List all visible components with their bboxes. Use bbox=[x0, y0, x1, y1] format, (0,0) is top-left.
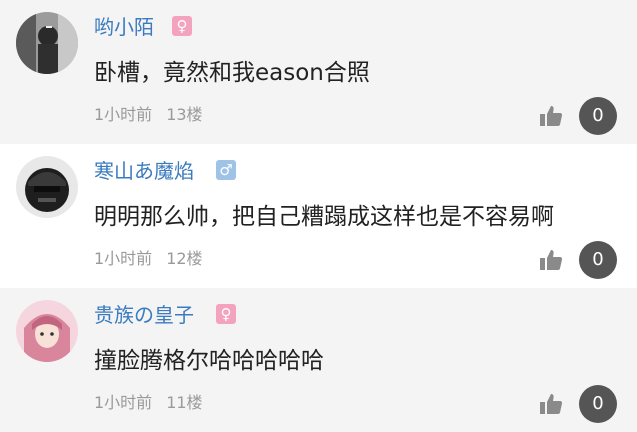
male-gender-icon: ♂ bbox=[216, 160, 236, 180]
username[interactable]: 哟小陌 bbox=[94, 13, 154, 41]
like-count-badge[interactable]: 0 bbox=[579, 97, 617, 135]
avatar[interactable] bbox=[16, 300, 78, 362]
comment-text: 明明那么帅，把自己糟蹋成这样也是不容易啊 bbox=[94, 204, 554, 230]
comment-text: 撞脸腾格尔哈哈哈哈哈 bbox=[94, 348, 324, 374]
avatar-photo-icon bbox=[16, 156, 78, 218]
comment-time: 1小时前 bbox=[94, 249, 153, 268]
username[interactable]: 寒山あ魔焰 bbox=[94, 157, 194, 185]
like-count-badge[interactable]: 0 bbox=[579, 241, 617, 279]
thumbs-up-icon[interactable] bbox=[539, 392, 563, 416]
like-count-badge[interactable]: 0 bbox=[579, 385, 617, 423]
comment-meta: 1小时前 12楼 bbox=[94, 248, 203, 270]
floor-number: 13楼 bbox=[166, 105, 203, 124]
avatar-photo-icon bbox=[16, 300, 78, 362]
comment-time: 1小时前 bbox=[94, 393, 153, 412]
floor-number: 12楼 bbox=[166, 249, 203, 268]
avatar-photo-icon bbox=[16, 12, 78, 74]
comment-meta: 1小时前 11楼 bbox=[94, 392, 203, 414]
avatar[interactable] bbox=[16, 12, 78, 74]
floor-number: 11楼 bbox=[166, 393, 203, 412]
comment-item: 哟小陌 ♀ 卧槽，竟然和我eason合照 1小时前 13楼 0 bbox=[0, 0, 637, 144]
female-gender-icon: ♀ bbox=[172, 16, 192, 36]
comment-text: 卧槽，竟然和我eason合照 bbox=[94, 60, 370, 86]
female-gender-icon: ♀ bbox=[216, 304, 236, 324]
username[interactable]: 贵族の皇子 bbox=[94, 301, 194, 329]
comment-list: 哟小陌 ♀ 卧槽，竟然和我eason合照 1小时前 13楼 0 寒山あ魔焰 ♂ bbox=[0, 0, 637, 432]
comment-item: 贵族の皇子 ♀ 撞脸腾格尔哈哈哈哈哈 1小时前 11楼 0 bbox=[0, 288, 637, 432]
comment-meta: 1小时前 13楼 bbox=[94, 104, 203, 126]
avatar[interactable] bbox=[16, 156, 78, 218]
thumbs-up-icon[interactable] bbox=[539, 104, 563, 128]
thumbs-up-icon[interactable] bbox=[539, 248, 563, 272]
comment-time: 1小时前 bbox=[94, 105, 153, 124]
comment-item: 寒山あ魔焰 ♂ 明明那么帅，把自己糟蹋成这样也是不容易啊 1小时前 12楼 0 bbox=[0, 144, 637, 288]
